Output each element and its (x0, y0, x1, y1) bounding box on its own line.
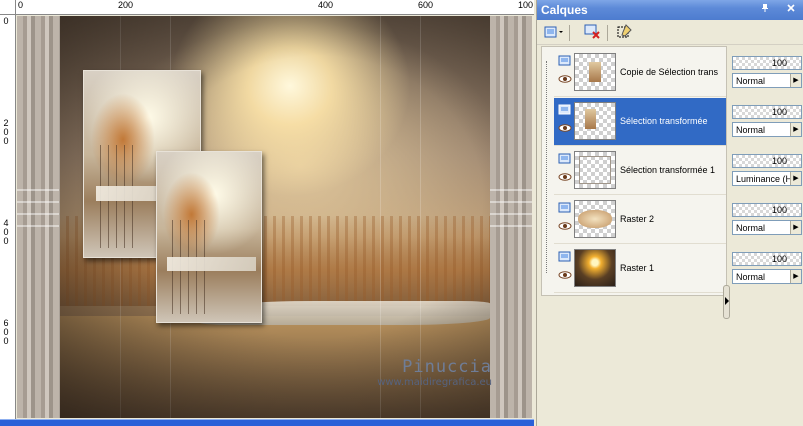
layer-thumbnail (574, 249, 616, 287)
ruler-label: 200 (3, 118, 9, 146)
blend-mode-select[interactable]: Normal ▶ (732, 220, 802, 235)
layer-group-icon[interactable] (558, 202, 572, 214)
palette-toolbar (537, 21, 803, 45)
layer-thumbnail (574, 102, 616, 140)
layer-row-selected[interactable]: Sélection transformée (554, 98, 726, 146)
layer-thumbnail (574, 200, 616, 238)
layer-row[interactable]: Raster 1 (554, 245, 726, 293)
ruler-label: 0 (3, 16, 9, 26)
frame-border-left (17, 16, 59, 418)
ruler-label: 400 (318, 0, 334, 10)
image-canvas[interactable]: Pinuccia www.maidiregrafica.eu (17, 16, 532, 418)
close-icon[interactable] (785, 3, 797, 15)
watermark: Pinuccia www.maidiregrafica.eu (377, 357, 492, 388)
watermark-url: www.maidiregrafica.eu (377, 377, 492, 388)
eye-icon[interactable] (558, 173, 572, 181)
layer-row[interactable]: Copie de Sélection trans (554, 49, 726, 97)
watermark-name: Pinuccia (402, 357, 492, 377)
ruler-corner (0, 0, 16, 15)
dropdown-arrow-icon: ▶ (790, 123, 801, 136)
eye-icon[interactable] (558, 222, 572, 230)
layer-properties: 100 Normal ▶ 100 Normal ▶ 100 Luminance (H… (732, 46, 803, 296)
layer-group-icon[interactable] (558, 153, 572, 165)
layer-properties-row: 100 Normal ▶ (732, 242, 803, 290)
layer-group-icon[interactable] (558, 104, 572, 116)
eye-icon[interactable] (558, 75, 572, 83)
layer-group-icon[interactable] (558, 55, 572, 67)
dropdown-arrow-icon: ▶ (790, 221, 801, 234)
palette-empty-area (537, 296, 803, 426)
layer-properties-row: 100 Normal ▶ (732, 95, 803, 143)
ruler-label: 600 (418, 0, 434, 10)
opacity-slider[interactable]: 100 (732, 154, 802, 168)
ruler-vertical: 0 200 400 600 (0, 15, 16, 419)
ruler-label: 0 (18, 0, 24, 10)
edit-selection-button[interactable] (614, 23, 636, 43)
ruler-label: 600 (3, 318, 9, 346)
layer-name: Raster 2 (620, 214, 655, 224)
new-layer-icon (544, 25, 564, 41)
photo-frame-front (156, 151, 262, 323)
new-layer-button[interactable] (543, 23, 565, 43)
eye-icon[interactable] (558, 124, 572, 132)
layer-row[interactable]: Raster 2 (554, 196, 726, 244)
layers-palette: Calques Copie de Sélection trans Sélecti… (536, 0, 803, 426)
frame-border-right (490, 16, 532, 418)
edit-selection-icon (616, 24, 634, 42)
delete-layer-icon (584, 24, 602, 42)
horizontal-scrollbar[interactable] (0, 419, 534, 426)
ruler-horizontal: 0 200 400 600 100 (16, 0, 534, 15)
blend-mode-select[interactable]: Normal ▶ (732, 122, 802, 137)
ruler-label: 100 (518, 0, 534, 10)
eye-icon[interactable] (558, 271, 572, 279)
opacity-slider[interactable]: 100 (732, 252, 802, 266)
ruler-label: 400 (3, 218, 9, 246)
delete-layer-button[interactable] (582, 23, 604, 43)
layer-row[interactable]: Sélection transformée 1 (554, 147, 726, 195)
palette-title-bar[interactable]: Calques (537, 0, 803, 20)
blend-mode-select[interactable]: Normal ▶ (732, 73, 802, 88)
layer-list: Copie de Sélection trans Sélection trans… (541, 46, 727, 296)
layer-name: Copie de Sélection trans (620, 67, 719, 77)
pin-icon[interactable] (759, 3, 771, 15)
dropdown-arrow-icon: ▶ (790, 270, 801, 283)
opacity-slider[interactable]: 100 (732, 203, 802, 217)
ruler-label: 200 (118, 0, 134, 10)
layer-properties-row: 100 Normal ▶ (732, 193, 803, 241)
layer-name: Sélection transformée 1 (620, 165, 716, 175)
layer-name: Raster 1 (620, 263, 655, 273)
dropdown-arrow-icon: ▶ (790, 172, 801, 185)
blend-mode-select[interactable]: Luminance (H) ▶ (732, 171, 802, 186)
blend-mode-select[interactable]: Normal ▶ (732, 269, 802, 284)
layer-thumbnail (574, 151, 616, 189)
dropdown-arrow-icon: ▶ (790, 74, 801, 87)
layer-properties-row: 100 Normal ▶ (732, 46, 803, 94)
layer-group-icon[interactable] (558, 251, 572, 263)
layer-name: Sélection transformée (620, 116, 708, 126)
opacity-slider[interactable]: 100 (732, 56, 802, 70)
layer-thumbnail (574, 53, 616, 91)
opacity-slider[interactable]: 100 (732, 105, 802, 119)
palette-title: Calques (541, 3, 588, 17)
layer-properties-row: 100 Luminance (H) ▶ (732, 144, 803, 192)
